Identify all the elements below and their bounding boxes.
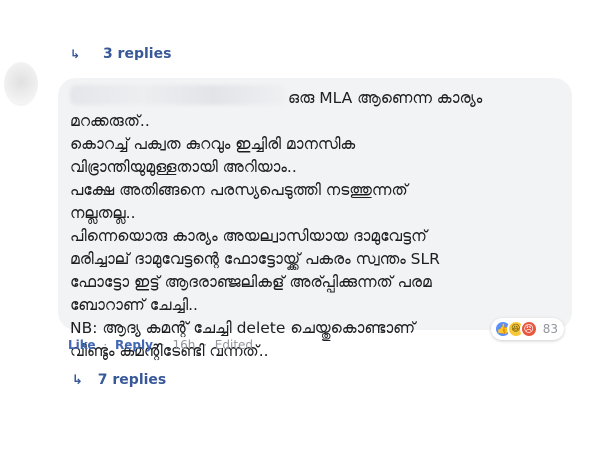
comment-body: മറക്കരുത്.. കൊറച്ച് പക്വത കുറവും ഇച്ചിരി… xyxy=(70,112,440,360)
comment-actions: Like · Reply · 16h · Edited xyxy=(68,338,253,352)
separator: · xyxy=(160,338,165,352)
reply-button[interactable]: Reply xyxy=(115,338,153,352)
view-replies-link[interactable]: ↳ 7 replies xyxy=(72,372,166,388)
separator: · xyxy=(203,338,207,352)
edited-label[interactable]: Edited xyxy=(215,338,253,352)
top-replies-label: 3 replies xyxy=(102,46,172,60)
replies-label: 7 replies xyxy=(97,372,167,388)
separator: · xyxy=(103,338,108,352)
top-view-replies-link[interactable]: ↳ 3 replies xyxy=(70,46,171,60)
comment-bubble: ഒരു MLA ആണെന്ന കാര്യം മറക്കരുത്.. കൊറച്ച്… xyxy=(58,78,572,360)
reactions-summary[interactable]: 👍 😆 😠 83 xyxy=(490,318,564,340)
avatar[interactable] xyxy=(4,62,38,106)
comment-text: ഒരു MLA ആണെന്ന കാര്യം മറക്കരുത്.. കൊറച്ച്… xyxy=(70,87,560,363)
reply-arrow-icon: ↳ xyxy=(70,47,81,60)
like-button[interactable]: Like xyxy=(68,338,96,352)
reply-arrow-icon: ↳ xyxy=(72,373,83,388)
angry-icon: 😠 xyxy=(519,320,538,338)
comment-first-line: ഒരു MLA ആണെന്ന കാര്യം xyxy=(288,89,483,107)
reaction-count: 83 xyxy=(542,322,558,336)
timestamp[interactable]: 16h xyxy=(172,338,195,352)
